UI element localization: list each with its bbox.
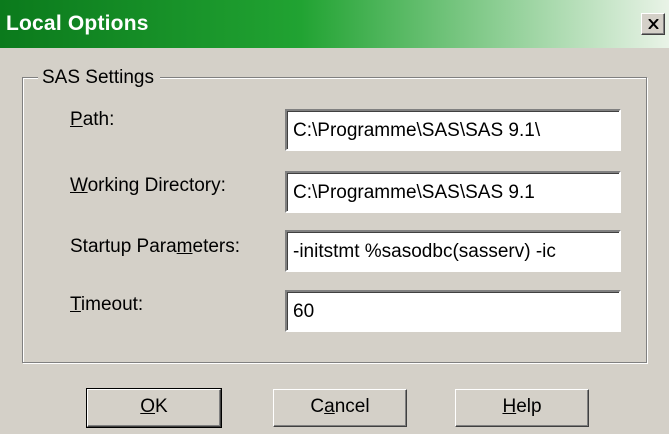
window-title: Local Options — [6, 12, 149, 35]
group-legend: SAS Settings — [38, 67, 160, 89]
path-field[interactable]: C:\Programme\SAS\SAS 9.1\ — [285, 109, 621, 151]
startup-parameters-label: Startup Parameters: — [70, 236, 241, 257]
timeout-value: 60 — [293, 301, 315, 322]
working-directory-label: Working Directory: — [70, 175, 226, 196]
title-bar[interactable]: Local Options — [0, 0, 669, 48]
path-label: Path: — [70, 109, 115, 130]
help-button[interactable]: Help — [455, 389, 589, 427]
working-directory-value: C:\Programme\SAS\SAS 9.1 — [293, 182, 535, 203]
path-value: C:\Programme\SAS\SAS 9.1\ — [293, 120, 541, 141]
close-icon — [648, 19, 659, 29]
close-button[interactable] — [641, 13, 665, 35]
timeout-label: Timeout: — [70, 294, 144, 315]
cancel-button[interactable]: Cancel — [273, 389, 407, 427]
local-options-dialog: Local Options SAS Settings Path: C:\Prog… — [0, 0, 669, 434]
working-directory-field[interactable]: C:\Programme\SAS\SAS 9.1 — [285, 171, 621, 213]
startup-parameters-value: -initstmt %sasodbc(sasserv) -ic — [293, 241, 556, 262]
timeout-field[interactable]: 60 — [285, 290, 621, 332]
ok-button[interactable]: OK — [86, 388, 222, 428]
startup-parameters-field[interactable]: -initstmt %sasodbc(sasserv) -ic — [285, 230, 621, 272]
